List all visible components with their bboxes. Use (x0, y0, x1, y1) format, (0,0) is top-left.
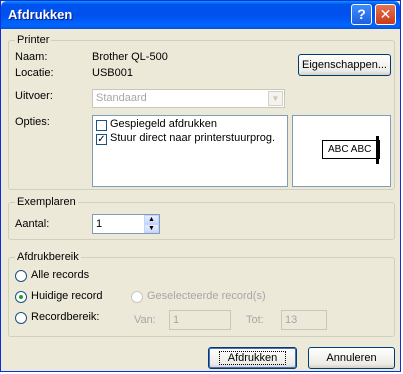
to-input: 13 (281, 310, 327, 330)
print-button[interactable]: Afdrukken (208, 347, 297, 369)
cancel-button-label: Annuleren (326, 352, 377, 364)
to-label: Tot: (246, 314, 264, 326)
close-button[interactable]: ✕ (375, 4, 396, 25)
copies-spinner[interactable]: ▲ ▼ (144, 215, 159, 233)
printer-name-value: Brother QL-500 (92, 51, 168, 63)
record-range-label[interactable]: Recordbereik: (31, 311, 99, 323)
copies-legend: Exemplaren (15, 196, 78, 208)
output-select-value: Standaard (96, 92, 147, 104)
direct-to-driver-checkbox[interactable]: ✓ (96, 134, 107, 145)
spin-up-icon[interactable]: ▲ (144, 215, 159, 224)
printer-group: Printer Naam: Brother QL-500 Locatie: US… (8, 34, 395, 190)
print-button-label: Afdrukken (218, 351, 287, 365)
current-record-radio[interactable] (15, 291, 27, 303)
dialog-title: Afdrukken (8, 7, 73, 22)
print-dialog: Afdrukken ? ✕ Printer Naam: Brother QL-5… (0, 0, 401, 372)
preview-label-tape: ABC ABC (322, 140, 380, 159)
printer-legend: Printer (15, 34, 52, 46)
from-input: 1 (169, 310, 231, 330)
printer-location-value: USB001 (92, 67, 133, 79)
selected-records-radio (131, 291, 143, 303)
chevron-down-icon[interactable]: ▼ (268, 91, 283, 106)
cancel-button[interactable]: Annuleren (308, 347, 395, 369)
mirror-print-checkbox[interactable] (96, 120, 107, 131)
mirror-print-label[interactable]: Gespiegeld afdrukken (110, 118, 217, 130)
all-records-radio[interactable] (15, 270, 27, 282)
from-value: 1 (173, 314, 180, 326)
from-label: Van: (134, 314, 156, 326)
preview-cut-mark (376, 136, 379, 164)
options-list[interactable]: Gespiegeld afdrukken ✓ Stuur direct naar… (92, 115, 288, 187)
location-label: Locatie: (15, 67, 54, 79)
spin-down-icon[interactable]: ▼ (144, 224, 159, 233)
title-bar[interactable]: Afdrukken ? ✕ (1, 1, 400, 29)
print-range-legend: Afdrukbereik (15, 251, 81, 263)
properties-button-label: Eigenschappen... (301, 59, 387, 71)
record-range-radio[interactable] (15, 312, 27, 324)
selected-records-label: Geselecteerde record(s) (147, 290, 266, 302)
properties-button[interactable]: Eigenschappen... (298, 54, 391, 76)
output-label: Uitvoer: (15, 90, 53, 102)
direct-to-driver-label[interactable]: Stuur direct naar printerstuurprog. (110, 132, 275, 144)
preview-text: ABC ABC (328, 144, 372, 155)
to-value: 13 (285, 314, 298, 326)
current-record-label[interactable]: Huidige record (31, 290, 103, 302)
help-button[interactable]: ? (351, 4, 372, 25)
options-label: Opties: (15, 116, 50, 128)
copies-group: Exemplaren Aantal: 1 ▲ ▼ (8, 196, 395, 240)
output-select[interactable]: Standaard ▼ (92, 89, 285, 108)
copies-count-value: 1 (96, 218, 103, 230)
print-range-group: Afdrukbereik Alle records Huidige record… (8, 251, 395, 337)
name-label: Naam: (15, 51, 48, 63)
label-preview: ABC ABC (292, 115, 391, 187)
count-label: Aantal: (15, 218, 50, 230)
all-records-label[interactable]: Alle records (31, 269, 89, 281)
